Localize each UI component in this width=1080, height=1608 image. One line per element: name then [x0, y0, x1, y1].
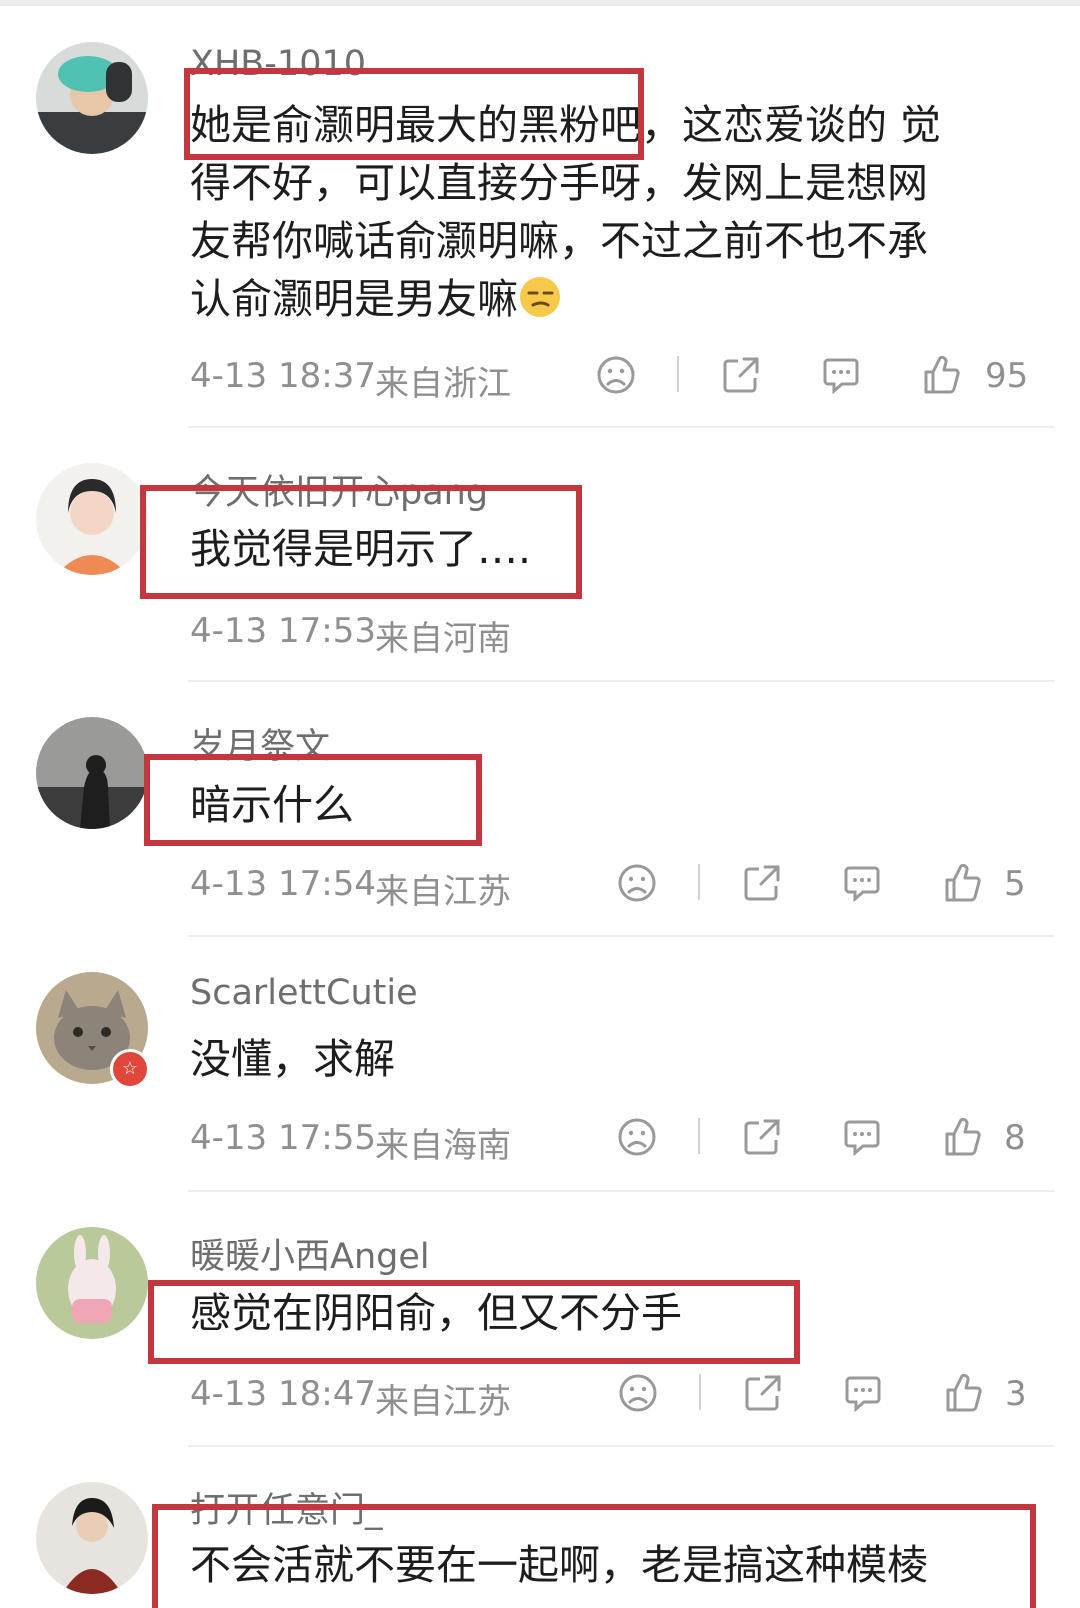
comment-time: 4-13 17:55 — [190, 1118, 376, 1158]
comment-bubble-icon[interactable] — [841, 862, 883, 904]
avatar[interactable] — [36, 717, 148, 829]
avatar[interactable] — [36, 42, 148, 154]
comment-bubble-icon[interactable] — [842, 1372, 884, 1414]
comment-location: 来自江苏 — [375, 1382, 511, 1422]
thumbs-up-icon[interactable] — [942, 1372, 984, 1414]
comment-meta: 4-13 17:55 来自海南 8 — [190, 1112, 1040, 1166]
comment-line: 得不好，可以直接分手呀，发网上是想网 — [190, 159, 928, 207]
comment-meta: 4-13 17:54 来自江苏 5 — [190, 858, 1040, 912]
comment-meta: 4-13 17:53 来自河南 — [190, 605, 1040, 659]
comment-line: 认俞灏明是男友嘛 — [190, 275, 518, 323]
sad-face-icon[interactable] — [616, 862, 658, 904]
divider — [188, 1190, 1054, 1192]
share-icon[interactable] — [742, 1372, 784, 1414]
comment-meta: 4-13 18:37 来自浙江 95 — [190, 350, 1040, 404]
avatar[interactable] — [36, 1227, 148, 1339]
highlight-box — [148, 1280, 800, 1364]
comment-time: 4-13 18:37 — [190, 356, 376, 396]
comment-location: 来自江苏 — [375, 872, 511, 912]
divider — [188, 426, 1054, 428]
comment-bubble-icon[interactable] — [841, 1116, 883, 1158]
avatar[interactable] — [36, 1482, 148, 1594]
comment-line: 友帮你喊话俞灏明嘛，不过之前不也不承 — [190, 217, 928, 265]
thumbs-up-icon[interactable] — [941, 1116, 983, 1158]
thumbs-up-icon[interactable] — [920, 354, 962, 396]
comment-text: 没懂，求解 — [190, 1030, 1020, 1088]
divider — [188, 1445, 1054, 1447]
share-icon[interactable] — [741, 1116, 783, 1158]
share-icon[interactable] — [741, 862, 783, 904]
highlight-box — [152, 1504, 1036, 1608]
like-count: 95 — [985, 356, 1029, 396]
divider — [188, 935, 1054, 937]
username[interactable]: ScarlettCutie — [190, 973, 418, 1013]
comment-time: 4-13 17:53 — [190, 611, 376, 651]
comment-location: 来自海南 — [375, 1126, 511, 1166]
comment-location: 来自河南 — [375, 619, 511, 659]
sad-face-icon[interactable] — [617, 1372, 659, 1414]
highlight-box — [184, 68, 644, 160]
like-count: 5 — [1004, 864, 1026, 904]
comment-line: 没懂，求解 — [190, 1035, 395, 1083]
comment-time: 4-13 18:47 — [190, 1374, 376, 1414]
like-count: 3 — [1005, 1374, 1027, 1414]
highlight-box — [144, 754, 482, 846]
like-count: 8 — [1004, 1118, 1026, 1158]
separator — [677, 356, 679, 392]
separator — [698, 1118, 700, 1154]
sad-face-icon[interactable] — [595, 354, 637, 396]
comment-time: 4-13 17:54 — [190, 864, 376, 904]
share-icon[interactable] — [720, 354, 762, 396]
sad-face-icon[interactable] — [616, 1116, 658, 1158]
separator — [698, 864, 700, 900]
divider — [188, 680, 1054, 682]
avatar[interactable] — [36, 463, 148, 575]
highlight-box — [140, 485, 582, 599]
top-divider — [0, 0, 1080, 6]
separator — [699, 1374, 701, 1410]
comment-bubble-icon[interactable] — [820, 354, 862, 396]
thumbs-up-icon[interactable] — [941, 862, 983, 904]
comment-meta: 4-13 18:47 来自江苏 3 — [190, 1368, 1040, 1422]
username[interactable]: 暖暖小西Angel — [190, 1228, 430, 1279]
comment-location: 来自浙江 — [375, 364, 511, 404]
smirk-emoji-icon — [520, 277, 560, 317]
verified-badge-icon: ☆ — [110, 1049, 150, 1089]
